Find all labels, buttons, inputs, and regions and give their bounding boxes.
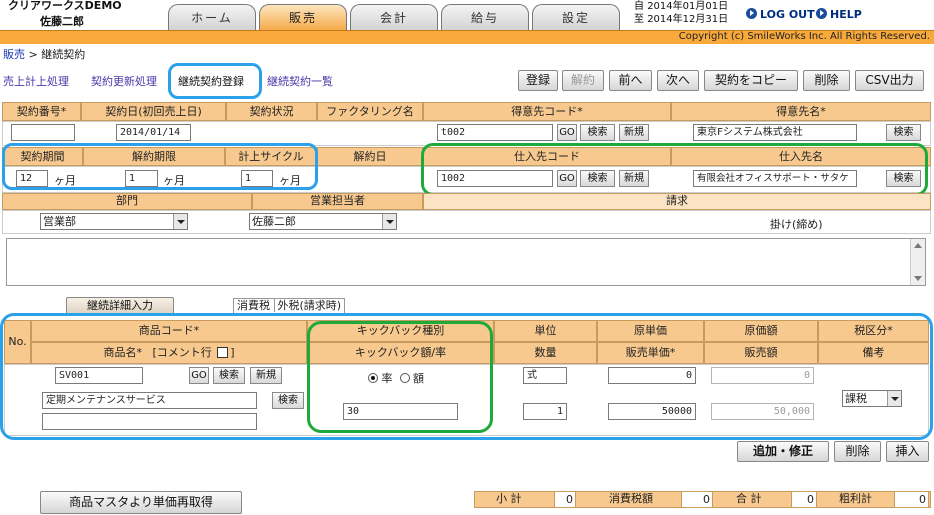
- header-contract-date: 契約日(初回売上日): [81, 102, 226, 121]
- csv-export-button[interactable]: CSV出力: [855, 70, 924, 91]
- subnav-contract-list[interactable]: 継続契約一覧: [267, 73, 333, 89]
- arrow-circle-icon: [746, 8, 757, 19]
- tab-settings[interactable]: 設定: [532, 4, 620, 31]
- billing-value: 掛け(締め): [770, 218, 823, 231]
- sales-rep-value: 佐藤二郎: [252, 215, 296, 228]
- logout-link[interactable]: LOG OUT: [746, 8, 815, 21]
- highlight-kickback: [307, 321, 493, 433]
- contract-date-input[interactable]: 2014/01/14: [116, 124, 191, 141]
- total-label: 合 計: [736, 492, 762, 505]
- chevron-down-icon: [173, 214, 187, 229]
- header-sales-rep: 営業担当者: [252, 193, 423, 210]
- tab-payroll[interactable]: 給与: [441, 4, 529, 31]
- insert-button[interactable]: 挿入: [886, 441, 929, 462]
- customer-code-input[interactable]: t002: [437, 124, 553, 141]
- customer-go-button[interactable]: GO: [557, 124, 577, 141]
- tab-sales[interactable]: 販売: [259, 4, 347, 31]
- total-value: 0: [791, 491, 817, 508]
- memo-textarea[interactable]: [6, 238, 926, 286]
- customer-name-search-button[interactable]: 検索: [886, 124, 921, 141]
- scroll-down-icon: [914, 276, 922, 281]
- register-button[interactable]: 登録: [518, 70, 558, 91]
- date-from: 2014年01月01日: [647, 1, 729, 12]
- header-cancel-date: 解約日: [317, 147, 423, 166]
- tax-value: 外税(請求時): [273, 299, 342, 312]
- arrow-circle-icon: [816, 8, 827, 19]
- tax-amount-value: 0: [681, 491, 713, 508]
- breadcrumb-separator: >: [25, 48, 42, 61]
- department-select[interactable]: 営業部: [40, 213, 188, 230]
- tax-amount-label: 消費税額: [609, 492, 653, 505]
- subnav-contract-renewal[interactable]: 契約更新処理: [91, 73, 157, 89]
- totals: 小 計 0 消費税額 0 合 計 0 粗利計 0: [474, 491, 931, 508]
- user-name: 佐藤二郎: [40, 15, 84, 28]
- logout-label: LOG OUT: [760, 8, 815, 21]
- copyright: Copyright (c) SmileWorks Inc. All Rights…: [678, 31, 930, 42]
- customer-new-button[interactable]: 新規: [619, 124, 649, 141]
- customer-search-button[interactable]: 検索: [580, 124, 615, 141]
- header-customer-name: 得意先名*: [671, 102, 931, 121]
- cancel-contract-button[interactable]: 解約: [562, 70, 604, 91]
- copy-contract-button[interactable]: 契約をコピー: [704, 70, 798, 91]
- highlight-register: [168, 63, 262, 99]
- help-label: HELP: [830, 8, 862, 21]
- app-name: クリアワークスDEMO: [8, 0, 122, 12]
- tax-mode-box: 消費税 外税(請求時): [233, 298, 346, 314]
- contract-no-input[interactable]: [11, 124, 75, 141]
- subtotal-label: 小 計: [496, 492, 522, 505]
- customer-name-input[interactable]: 東京Fシステム株式会社: [693, 124, 857, 141]
- prev-button[interactable]: 前へ: [609, 70, 652, 91]
- help-link[interactable]: HELP: [816, 8, 862, 21]
- date-from-label: 自: [634, 1, 644, 12]
- sales-rep-select[interactable]: 佐藤二郎: [249, 213, 397, 230]
- header-billing: 請求: [423, 193, 931, 210]
- tab-accounting[interactable]: 会計: [350, 4, 438, 31]
- refetch-price-button[interactable]: 商品マスタより単価再取得: [40, 491, 242, 514]
- delete-button[interactable]: 削除: [803, 70, 850, 91]
- subnav-sales-posting[interactable]: 売上計上処理: [3, 73, 69, 89]
- date-to-label: 至: [634, 14, 644, 25]
- tab-home[interactable]: ホーム: [168, 4, 256, 31]
- memo-scrollbar[interactable]: [910, 239, 925, 285]
- add-modify-button[interactable]: 追加・修正: [737, 441, 829, 462]
- period-dates: 自 2014年01月01日 至 2014年12月31日: [634, 0, 728, 26]
- breadcrumb: 販売 > 継続契約: [3, 46, 85, 62]
- highlight-period: [2, 143, 318, 190]
- header-customer-code: 得意先コード*: [423, 102, 671, 121]
- next-button[interactable]: 次へ: [657, 70, 699, 91]
- scroll-up-icon: [914, 243, 922, 248]
- header-factoring: ファクタリング名: [317, 102, 423, 121]
- highlight-supplier: [421, 143, 928, 196]
- subtotal-value: 0: [554, 491, 576, 508]
- date-to: 2014年12月31日: [647, 14, 729, 25]
- breadcrumb-current: 継続契約: [41, 48, 86, 61]
- gross-profit-value: 0: [894, 491, 929, 508]
- chevron-down-icon: [382, 214, 396, 229]
- gross-profit-label: 粗利計: [839, 492, 872, 505]
- breadcrumb-root[interactable]: 販売: [3, 48, 25, 61]
- header-contract-no: 契約番号*: [2, 102, 81, 121]
- header-department: 部門: [2, 193, 252, 210]
- department-value: 営業部: [43, 215, 76, 228]
- tax-label: 消費税: [237, 299, 270, 312]
- header-contract-status: 契約状況: [226, 102, 317, 121]
- detail-delete-button[interactable]: 削除: [834, 441, 881, 462]
